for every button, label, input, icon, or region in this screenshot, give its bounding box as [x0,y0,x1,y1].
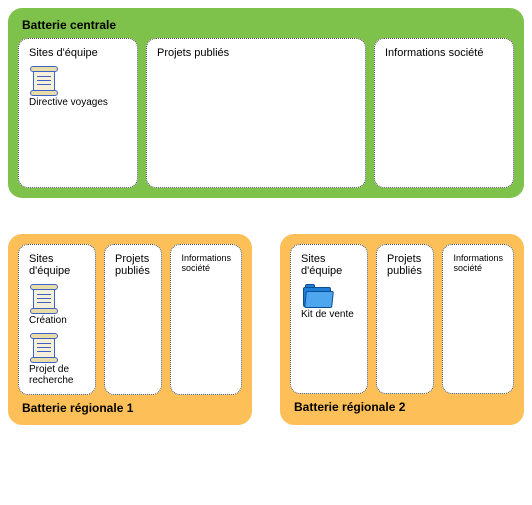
item-label: Projet de recherche [29,364,85,386]
box-title: Projets publiés [387,253,423,277]
regional-row: Sites d'équipe Création Projet de recher… [8,234,524,425]
box-title: Sites d'équipe [29,253,85,277]
box-title: Informations société [453,253,503,273]
box-title: Sites d'équipe [301,253,357,277]
folder-icon [303,285,331,307]
farm-regional-1-boxes: Sites d'équipe Création Projet de recher… [18,244,242,395]
box-title: Sites d'équipe [29,47,127,59]
central-box-published-projects: Projets publiés [146,38,366,188]
farm-regional-1: Sites d'équipe Création Projet de recher… [8,234,252,425]
farm-regional-2-title: Batterie régionale 2 [290,394,514,414]
farm-regional-2-boxes: Sites d'équipe Kit de vente Projets publ… [290,244,514,394]
r1-box-published-projects: Projets publiés [104,244,162,395]
item-label: Création [29,315,85,326]
r1-box-company-info: Informations société [170,244,242,395]
item-kit-de-vente: Kit de vente [301,285,357,320]
farm-central-title: Batterie centrale [18,18,514,38]
box-title: Informations société [181,253,231,273]
scroll-icon [31,334,57,362]
scroll-icon [31,67,57,95]
item-directive-voyages: Directive voyages [29,67,127,108]
scroll-icon [31,285,57,313]
r2-box-team-sites: Sites d'équipe Kit de vente [290,244,368,394]
box-title: Projets publiés [115,253,151,277]
item-projet-recherche: Projet de recherche [29,334,85,386]
r2-box-published-projects: Projets publiés [376,244,434,394]
box-title: Projets publiés [157,47,355,59]
r1-box-team-sites: Sites d'équipe Création Projet de recher… [18,244,96,395]
farm-regional-1-title: Batterie régionale 1 [18,395,242,415]
central-box-company-info: Informations société [374,38,514,188]
item-label: Directive voyages [29,97,127,108]
farm-central: Batterie centrale Sites d'équipe Directi… [8,8,524,198]
farm-regional-2: Sites d'équipe Kit de vente Projets publ… [280,234,524,425]
r2-box-company-info: Informations société [442,244,514,394]
central-box-team-sites: Sites d'équipe Directive voyages [18,38,138,188]
farm-central-boxes: Sites d'équipe Directive voyages Projets… [18,38,514,188]
box-title: Informations société [385,47,503,59]
item-creation: Création [29,285,85,326]
item-label: Kit de vente [301,309,357,320]
